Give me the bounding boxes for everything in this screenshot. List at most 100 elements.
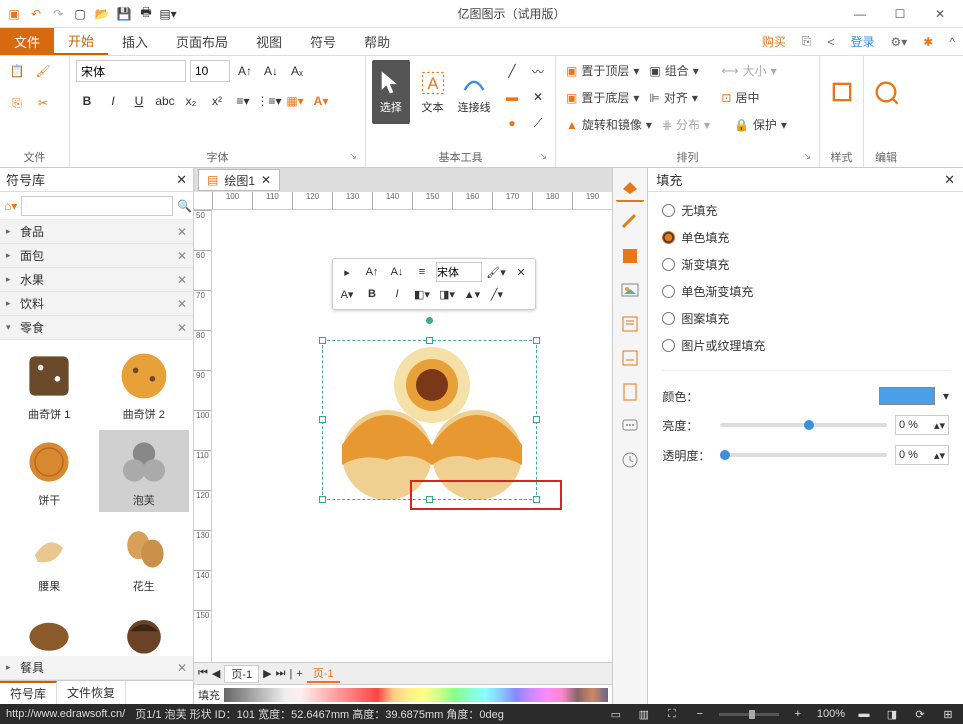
fill-opt-pattern[interactable]: 图案填充	[662, 310, 949, 327]
view-full-icon[interactable]: ⛶	[663, 706, 681, 722]
italic-button[interactable]: I	[102, 90, 124, 112]
highlight-icon[interactable]: ▦▾	[284, 90, 306, 112]
close-cat-icon[interactable]: ✕	[177, 273, 187, 287]
ft-pointer-icon[interactable]: ▸	[336, 262, 358, 282]
zoom-out-icon[interactable]: −	[691, 706, 709, 722]
color-swatch-strip[interactable]	[224, 688, 608, 702]
ft-bold-icon[interactable]: B	[361, 284, 383, 304]
panel-tab-library[interactable]: 符号库	[0, 681, 57, 704]
sb-icon2[interactable]: ◨	[883, 706, 901, 722]
tab-start[interactable]: 开始	[54, 28, 108, 55]
symbol-item[interactable]: 花生	[99, 516, 190, 598]
fill-opt-solid[interactable]: 单色填充	[662, 229, 949, 246]
rs-shadow-icon[interactable]	[616, 242, 644, 270]
rs-text-icon[interactable]	[616, 310, 644, 338]
close-panel-icon[interactable]: ✕	[176, 172, 187, 188]
underline-button[interactable]: U	[128, 90, 150, 112]
tool-text[interactable]: A文本	[414, 60, 452, 124]
bold-button[interactable]: B	[76, 90, 98, 112]
ellipse-tool-icon[interactable]: ●	[501, 112, 523, 134]
color-dropdown-icon[interactable]: ▾	[943, 389, 949, 403]
style-button[interactable]	[826, 60, 857, 124]
ft-format-painter-icon[interactable]: 🖌▾	[485, 262, 507, 282]
font-launcher-icon[interactable]: ↘	[349, 151, 357, 162]
page-prev-icon[interactable]: ◀	[212, 667, 220, 680]
ft-align-icon[interactable]: ≡	[411, 262, 433, 282]
new-icon[interactable]: ▢	[72, 6, 88, 22]
tab-view[interactable]: 视图	[242, 28, 296, 55]
send-back-button[interactable]: ▣置于底层▾	[562, 87, 643, 108]
tab-help[interactable]: 帮助	[350, 28, 404, 55]
close-cat-icon[interactable]: ✕	[177, 661, 187, 675]
fill-opt-texture[interactable]: 图片或纹理填充	[662, 337, 949, 354]
tool-connector[interactable]: 连接线	[455, 60, 493, 124]
symbol-item-selected[interactable]: 泡芙	[99, 430, 190, 512]
paste-icon[interactable]: 📋	[6, 60, 28, 82]
ft-line-icon[interactable]: ╱▾	[486, 284, 508, 304]
bring-front-button[interactable]: ▣置于顶层▾	[562, 60, 643, 81]
page-first-icon[interactable]: ⏮	[198, 667, 208, 680]
search-input[interactable]	[21, 196, 173, 216]
font-size-select[interactable]	[190, 60, 230, 82]
sb-icon1[interactable]: ▬	[855, 706, 873, 722]
category-tableware[interactable]: ▸餐具✕	[0, 656, 193, 680]
close-cat-icon[interactable]: ✕	[177, 249, 187, 263]
login-button[interactable]: 登录	[843, 28, 883, 55]
ft-fontcolor-icon[interactable]: A▾	[336, 284, 358, 304]
category-fruit[interactable]: ▸水果✕	[0, 268, 193, 292]
document-tab[interactable]: ▤绘图1✕	[198, 169, 280, 191]
rs-history-icon[interactable]	[616, 446, 644, 474]
clear-format-icon[interactable]: Aₓ	[286, 60, 308, 82]
subscript-button[interactable]: x₂	[180, 90, 202, 112]
size-button[interactable]: ⟷大小▾	[717, 60, 787, 81]
protect-button[interactable]: 🔒保护▾	[730, 114, 800, 135]
brightness-value[interactable]: 0 %▴▾	[895, 415, 949, 435]
ft-grow-font-icon[interactable]: A↑	[361, 262, 383, 282]
opacity-slider[interactable]	[720, 453, 887, 457]
symbol-item[interactable]: 饼干	[4, 430, 95, 512]
sb-icon4[interactable]: ⊞	[939, 706, 957, 722]
symbol-item[interactable]	[4, 602, 95, 656]
redo-icon[interactable]: ↷	[50, 6, 66, 22]
tab-file[interactable]: 文件	[0, 28, 54, 55]
rs-line-icon[interactable]	[616, 208, 644, 236]
ft-shadow-icon[interactable]: ◨▾	[436, 284, 458, 304]
panel-tab-recovery[interactable]: 文件恢复	[57, 681, 126, 704]
superscript-button[interactable]: x²	[206, 90, 228, 112]
ft-shape-icon[interactable]: ▲▾	[461, 284, 483, 304]
open-icon[interactable]: 📂	[94, 6, 110, 22]
bullets-icon[interactable]: ⋮≡▾	[258, 90, 280, 112]
minimize-button[interactable]: —	[841, 2, 879, 26]
opacity-value[interactable]: 0 %▴▾	[895, 445, 949, 465]
rs-comment-icon[interactable]	[616, 412, 644, 440]
line-spacing-icon[interactable]: ≡▾	[232, 90, 254, 112]
grow-font-icon[interactable]: A↑	[234, 60, 256, 82]
close-fill-panel-icon[interactable]: ✕	[944, 172, 955, 188]
settings-icon[interactable]: ⚙▾	[883, 28, 916, 55]
delete-tool-icon[interactable]: ✕	[527, 86, 549, 108]
page-last-icon[interactable]: ⏭	[276, 667, 286, 680]
zoom-in-icon[interactable]: +	[789, 706, 807, 722]
category-food[interactable]: ▸食品✕	[0, 220, 193, 244]
rect-tool-icon[interactable]: ▬	[501, 86, 523, 108]
add-page-icon[interactable]: +	[296, 668, 302, 680]
print-icon[interactable]: 🖶	[138, 6, 154, 22]
curve-tool-icon[interactable]: 〰	[527, 60, 549, 82]
brightness-slider[interactable]	[720, 423, 887, 427]
symbol-item[interactable]: 曲奇饼 1	[4, 344, 95, 426]
close-cat-icon[interactable]: ✕	[177, 321, 187, 335]
page-next-icon[interactable]: ▶	[263, 667, 271, 680]
tab-symbol[interactable]: 符号	[296, 28, 350, 55]
symbol-item[interactable]: 曲奇饼 2	[99, 344, 190, 426]
export-button[interactable]: ⎘	[794, 28, 820, 55]
collapse-ribbon-icon[interactable]: ^	[941, 28, 963, 55]
ft-italic-icon[interactable]: I	[386, 284, 408, 304]
rotate-button[interactable]: ▲旋转和镜像▾	[562, 114, 656, 135]
distribute-button[interactable]: ⋕分布▾	[658, 114, 728, 135]
sb-icon3[interactable]: ⟳	[911, 706, 929, 722]
ft-fill-icon[interactable]: ◧▾	[411, 284, 433, 304]
share-button[interactable]: <	[819, 28, 842, 55]
view-read-icon[interactable]: ▥	[635, 706, 653, 722]
tab-pagelayout[interactable]: 页面布局	[162, 28, 242, 55]
strike-button[interactable]: abc	[154, 90, 176, 112]
